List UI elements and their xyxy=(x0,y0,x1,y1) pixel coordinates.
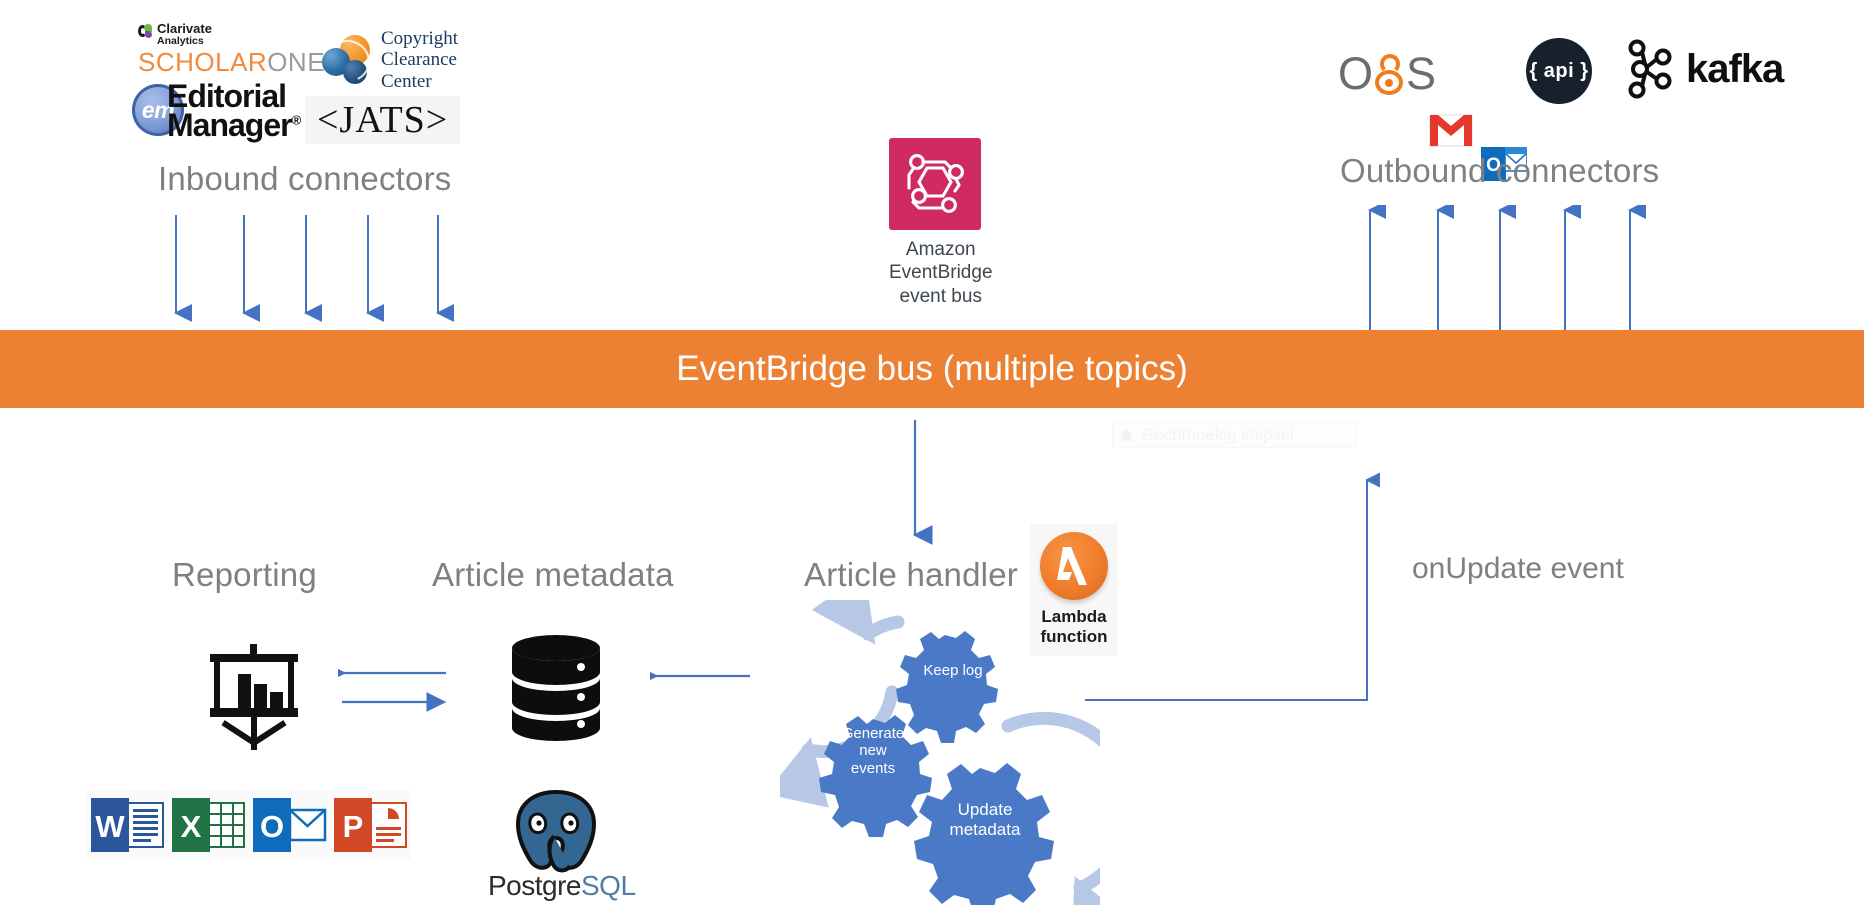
reporting-label: Reporting xyxy=(172,556,317,593)
eb-caption-line-3: event bus xyxy=(899,285,982,307)
article-handler-gears xyxy=(780,600,1100,905)
word-icon: W xyxy=(91,798,164,852)
inbound-connectors-label: Inbound connectors xyxy=(158,160,452,197)
ccc-line-3: Center xyxy=(381,70,432,92)
gmail-icon xyxy=(1429,114,1473,147)
snip-tool-watermark: Rechthoekig knipsel xyxy=(1112,422,1357,448)
logo-kafka: kafka xyxy=(1625,38,1784,100)
scholarone-gray: ONE xyxy=(267,47,326,78)
postgresql-elephant-icon xyxy=(516,790,596,873)
scholarone-wordmark: SCHOLARONE™ xyxy=(138,47,335,78)
onupdate-event-arrow xyxy=(1085,471,1380,701)
office-icons-strip: W X O P xyxy=(86,790,411,860)
ccc-spheres-icon xyxy=(320,34,376,88)
eventbridge-bus-label: EventBridge bus (multiple topics) xyxy=(676,349,1188,388)
eb-caption-line-2: EventBridge xyxy=(889,262,993,284)
clarivate-mark-icon xyxy=(138,24,153,39)
svg-text:X: X xyxy=(181,809,202,844)
amazon-eventbridge-block: Amazon EventBridge event bus xyxy=(889,138,993,308)
kafka-mark-icon xyxy=(1628,39,1672,99)
onupdate-event-label: onUpdate event xyxy=(1412,552,1624,585)
logo-oas: O S xyxy=(1338,48,1436,100)
open-access-lock-icon xyxy=(1372,52,1406,97)
em-line-2: Manager® xyxy=(167,107,302,144)
api-icon: { api } xyxy=(1526,38,1592,104)
handler-to-database-arrow xyxy=(650,666,750,686)
inbound-arrows xyxy=(174,215,454,322)
eventbridge-bus-bar: EventBridge bus (multiple topics) xyxy=(0,330,1864,408)
svg-text:P: P xyxy=(343,809,364,844)
eventbridge-icon xyxy=(889,138,981,230)
excel-icon: X xyxy=(172,798,245,852)
eventbridge-caption: Amazon EventBridge event bus xyxy=(889,238,993,308)
reporting-chart-icon xyxy=(210,644,298,750)
kafka-wordmark: kafka xyxy=(1686,46,1784,91)
eb-caption-line-1: Amazon xyxy=(905,239,976,260)
gear-generate-new-events xyxy=(819,715,932,837)
oas-letter-o: O xyxy=(1338,48,1373,99)
article-metadata-label: Article metadata xyxy=(432,556,674,593)
postgresql-wordmark: PostgreSQL xyxy=(488,870,636,902)
database-icon xyxy=(512,635,600,741)
clarivate-brand-sub: Analytics xyxy=(157,34,204,47)
ccc-line-2: Clearance xyxy=(381,49,457,71)
reporting-database-arrows xyxy=(338,663,447,712)
outbound-connectors-label: Outbound connectors xyxy=(1340,152,1660,189)
ccc-wordmark: Copyright Clearance Center xyxy=(381,28,458,92)
snip-dot-icon xyxy=(1121,429,1132,441)
oas-letter-s: S xyxy=(1406,48,1436,99)
gear-keep-log xyxy=(896,631,998,743)
snip-watermark-text: Rechthoekig knipsel xyxy=(1142,425,1295,444)
powerpoint-icon: P xyxy=(334,798,407,852)
svg-text:W: W xyxy=(95,809,125,844)
article-handler-label: Article handler xyxy=(804,556,1018,593)
bus-to-handler-arrow xyxy=(912,420,933,545)
svg-text:O: O xyxy=(260,809,284,844)
scholarone-orange: SCHOLAR xyxy=(138,47,268,78)
outlook-icon: O xyxy=(253,798,327,852)
gear-update-metadata xyxy=(914,763,1054,905)
ccc-line-1: Copyright xyxy=(381,28,459,49)
logo-scholarone: Clarivate Analytics SCHOLARONE™ xyxy=(138,21,335,78)
postgres-word-blue: SQL xyxy=(581,870,636,901)
em-registered: ® xyxy=(291,112,302,128)
diagram-canvas: Clarivate Analytics SCHOLARONE™ Copyrigh… xyxy=(0,0,1864,905)
editorial-manager-wordmark: Editorial Manager® xyxy=(167,80,302,144)
postgres-word-dark: Postgre xyxy=(488,870,582,901)
clarivate-brand: Clarivate xyxy=(157,21,212,36)
logo-jats: <JATS> xyxy=(305,96,461,144)
outbound-arrows xyxy=(1368,205,1646,330)
